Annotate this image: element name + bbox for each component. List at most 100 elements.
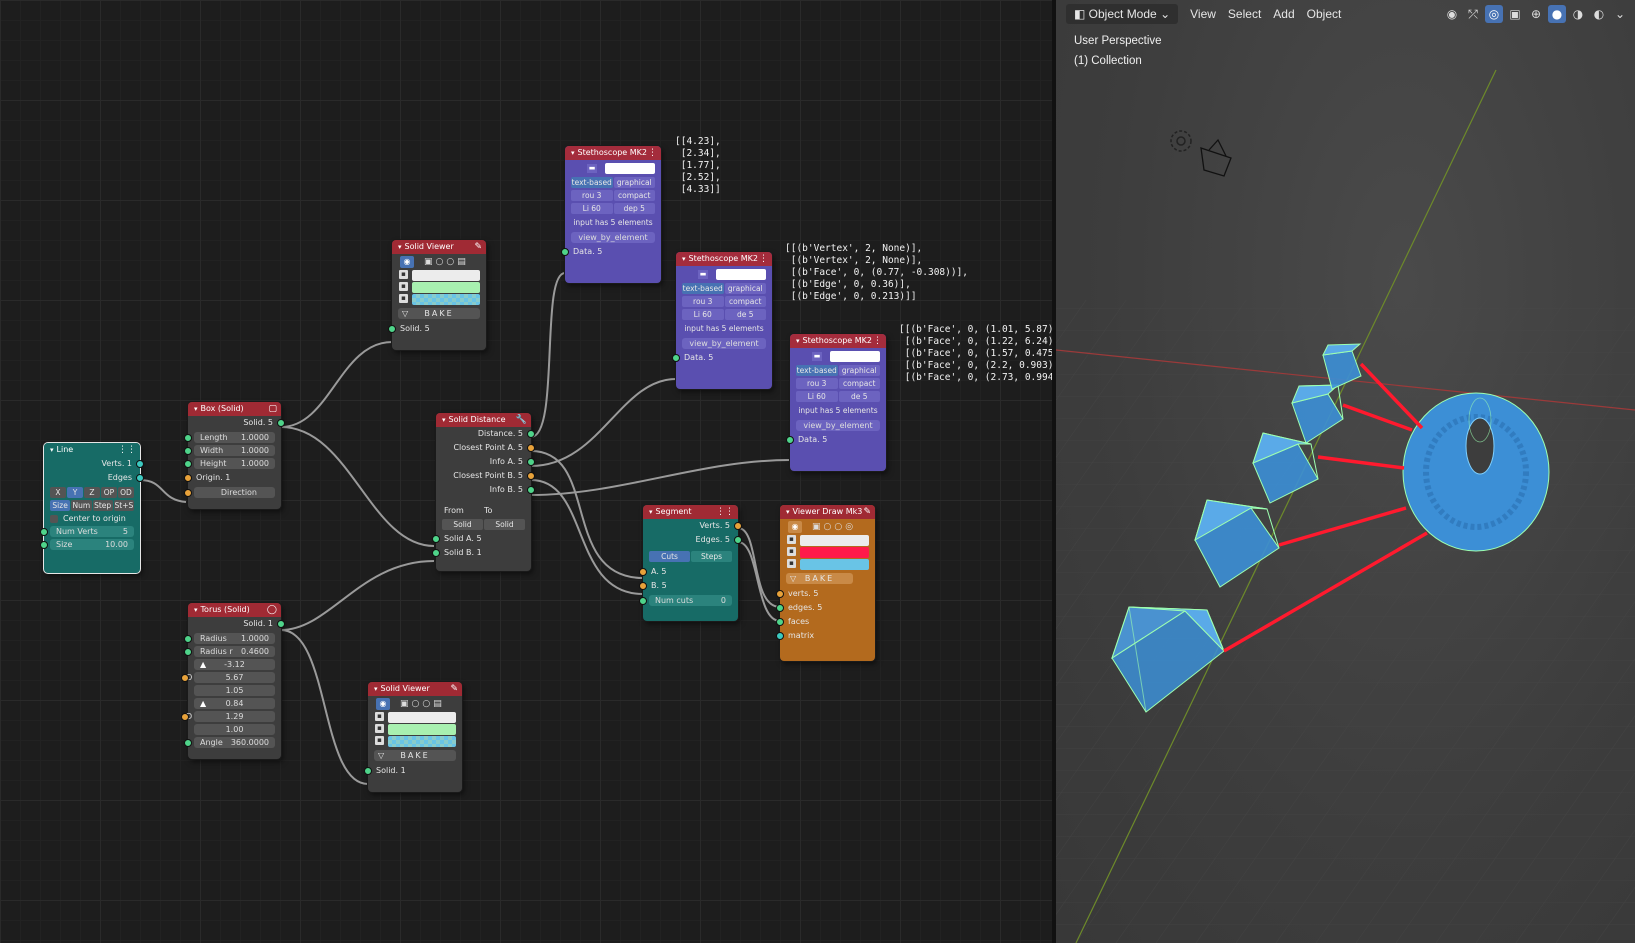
vertex-color-swatch[interactable]: ▪ bbox=[375, 712, 456, 723]
depth-field[interactable]: de 5 bbox=[724, 309, 766, 320]
node-editor[interactable]: ▾ Line ⋮⋮ Verts. 1 Edges X Y Z OP OD Size … bbox=[0, 0, 1052, 943]
socket-edges-in[interactable] bbox=[776, 604, 784, 612]
bake-button[interactable]: ▽ BAKE bbox=[786, 573, 853, 584]
wireframe-shading-icon[interactable]: ⊕ bbox=[1527, 5, 1545, 23]
rounding-field[interactable]: rou 3 bbox=[682, 296, 724, 307]
bake-button[interactable]: ▽ BAKE bbox=[398, 308, 480, 319]
socket-solid-in[interactable] bbox=[364, 767, 372, 775]
eye-icon[interactable]: ◉ bbox=[788, 521, 802, 533]
socket-solid-in[interactable] bbox=[388, 325, 396, 333]
vector-d-x[interactable]: ▲ 0.84 bbox=[194, 698, 275, 709]
viewer-draw-node[interactable]: ▾ Viewer Draw Mk3 ✎ ◉ ▣○○◎ ▪ ▪ ▪ ▽ BAKE vert… bbox=[776, 505, 875, 661]
text-color-swatch[interactable] bbox=[716, 269, 766, 280]
3d-viewport[interactable]: ◧ Object Mode ⌄ View Select Add Object ◉… bbox=[1056, 0, 1635, 943]
socket-closest-b-out[interactable] bbox=[527, 472, 535, 480]
text-color-swatch[interactable] bbox=[605, 163, 655, 174]
socket-a-in[interactable] bbox=[639, 568, 647, 576]
monitor-icon[interactable]: ▬ bbox=[812, 352, 822, 361]
stethoscope-node-1[interactable]: ▾ Stethoscope MK2 ⋮ ▬ text-based graphical … bbox=[561, 146, 661, 283]
socket-b-in[interactable] bbox=[639, 582, 647, 590]
axis-op-button[interactable]: OP bbox=[101, 487, 117, 498]
menu-select[interactable]: Select bbox=[1222, 4, 1267, 24]
node-menu-icon[interactable]: ⋮ bbox=[873, 334, 882, 348]
chevron-down-icon[interactable]: ⌄ bbox=[1611, 5, 1629, 23]
display-toggle-icons[interactable]: ▣○○◎ bbox=[812, 522, 856, 532]
mode-size-button[interactable]: Size bbox=[50, 500, 71, 511]
axis-x-button[interactable]: X bbox=[50, 487, 66, 498]
collapse-icon[interactable]: ▾ bbox=[194, 606, 198, 614]
collapse-icon[interactable]: ▾ bbox=[682, 255, 686, 263]
vector-d-z[interactable]: 1.00 bbox=[194, 724, 275, 735]
visibility-icon[interactable]: ◉ bbox=[1443, 5, 1461, 23]
line-limit-field[interactable]: Li 60 bbox=[571, 203, 613, 214]
socket-solid-out[interactable] bbox=[277, 620, 285, 628]
socket-edges-out[interactable] bbox=[734, 536, 742, 544]
width-field[interactable]: Width 1.0000 bbox=[184, 445, 275, 456]
eye-icon[interactable]: ◉ bbox=[376, 698, 390, 710]
collapse-icon[interactable]: ▾ bbox=[796, 337, 800, 345]
vertex-color-swatch[interactable]: ▪ bbox=[399, 270, 480, 281]
light-icon[interactable] bbox=[1170, 130, 1192, 152]
axis-y-button[interactable]: Y bbox=[67, 487, 83, 498]
collapse-icon[interactable]: ▾ bbox=[194, 405, 198, 413]
line-node[interactable]: ▾ Line ⋮⋮ Verts. 1 Edges X Y Z OP OD Size … bbox=[40, 443, 144, 573]
gizmo-icon[interactable]: ⤱ bbox=[1464, 5, 1482, 23]
face-color-swatch[interactable]: ▪ bbox=[787, 559, 869, 570]
compact-button[interactable]: compact bbox=[724, 296, 766, 307]
socket-edges-out[interactable] bbox=[136, 474, 144, 482]
view-by-element-button[interactable]: view_by_element bbox=[682, 338, 766, 349]
edge-color-swatch[interactable]: ▪ bbox=[787, 547, 869, 558]
bake-button[interactable]: ▽ BAKE bbox=[374, 750, 456, 761]
solid-distance-node[interactable]: ▾ Solid Distance 🔧 Distance. 5 Closest Poi… bbox=[432, 413, 535, 571]
node-menu-icon[interactable]: ⋮⋮ bbox=[118, 443, 136, 457]
edge-color-swatch[interactable]: ▪ bbox=[399, 282, 480, 293]
monitor-icon[interactable]: ▬ bbox=[587, 164, 597, 173]
height-field[interactable]: Height 1.0000 bbox=[184, 458, 275, 469]
monitor-icon[interactable]: ▬ bbox=[698, 270, 708, 279]
node-menu-icon[interactable]: ⋮⋮ bbox=[716, 505, 734, 519]
socket-verts-out[interactable] bbox=[136, 460, 144, 468]
torus-mesh[interactable] bbox=[1402, 392, 1550, 552]
stethoscope-node-2[interactable]: ▾ Stethoscope MK2 ⋮ ▬ text-based graphical … bbox=[672, 252, 772, 389]
graphical-button[interactable]: graphical bbox=[724, 283, 766, 294]
collapse-icon[interactable]: ▾ bbox=[398, 243, 402, 251]
face-color-swatch[interactable]: ▪ bbox=[375, 736, 456, 747]
steps-button[interactable]: Steps bbox=[691, 551, 732, 562]
rounding-field[interactable]: rou 3 bbox=[796, 378, 838, 389]
menu-view[interactable]: View bbox=[1184, 4, 1222, 24]
collapse-icon[interactable]: ▾ bbox=[374, 685, 378, 693]
solid-shading-icon[interactable]: ● bbox=[1548, 5, 1566, 23]
to-dropdown[interactable]: Solid bbox=[484, 519, 525, 530]
vertex-color-swatch[interactable]: ▪ bbox=[787, 535, 869, 546]
torus-solid-node[interactable]: ▾ Torus (Solid) ◯ Solid. 1 Radius 1.0000 Ra… bbox=[181, 603, 285, 759]
vector-o-z[interactable]: 1.05 bbox=[194, 685, 275, 696]
socket-solid-out[interactable] bbox=[277, 419, 285, 427]
compact-button[interactable]: compact bbox=[838, 378, 880, 389]
depth-field[interactable]: de 5 bbox=[838, 391, 880, 402]
socket-solid-a-in[interactable] bbox=[432, 535, 440, 543]
vector-o-x[interactable]: ▲ -3.12 bbox=[194, 659, 275, 670]
menu-object[interactable]: Object bbox=[1301, 4, 1348, 24]
mode-num-button[interactable]: Num bbox=[71, 500, 92, 511]
socket-matrix-in[interactable] bbox=[776, 632, 784, 640]
socket-solid-b-in[interactable] bbox=[432, 549, 440, 557]
mode-sts-button[interactable]: St+S bbox=[113, 500, 134, 511]
socket-faces-in[interactable] bbox=[776, 618, 784, 626]
vector-o-y[interactable]: 5.67 O bbox=[181, 672, 275, 683]
menu-add[interactable]: Add bbox=[1267, 4, 1300, 24]
socket-verts-out[interactable] bbox=[734, 522, 742, 530]
collapse-icon[interactable]: ▾ bbox=[571, 149, 575, 157]
graphical-button[interactable]: graphical bbox=[613, 177, 655, 188]
edge-color-swatch[interactable]: ▪ bbox=[375, 724, 456, 735]
display-toggle-icons[interactable]: ▣○○▤ bbox=[424, 257, 469, 267]
eye-icon[interactable]: ◉ bbox=[400, 256, 414, 268]
socket-verts-in[interactable] bbox=[776, 590, 784, 598]
material-shading-icon[interactable]: ◑ bbox=[1569, 5, 1587, 23]
node-menu-icon[interactable]: ⋮ bbox=[648, 146, 657, 160]
length-field[interactable]: Length 1.0000 bbox=[184, 432, 275, 443]
axis-od-button[interactable]: OD bbox=[118, 487, 134, 498]
size-field[interactable]: Size 10.00 bbox=[40, 539, 134, 550]
socket-origin-in[interactable] bbox=[184, 474, 192, 482]
socket-data-in[interactable] bbox=[672, 354, 680, 362]
segment-node[interactable]: ▾ Segment ⋮⋮ Verts. 5 Edges. 5 Cuts Steps A… bbox=[639, 505, 742, 621]
